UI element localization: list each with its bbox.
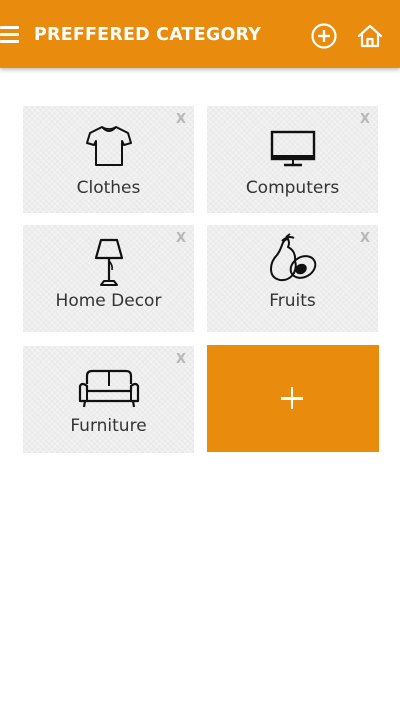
category-label-computers: Computers (245, 178, 340, 198)
category-label-clothes: Clothes (76, 178, 141, 198)
tshirt-icon (85, 124, 133, 172)
page-title: PREFFERED CATEGORY (34, 25, 262, 45)
avocado-icon (268, 233, 318, 289)
category-label-fruits: Fruits (269, 291, 316, 311)
remove-clothes-button[interactable]: X (176, 112, 186, 127)
remove-home-decor-button[interactable]: X (176, 231, 186, 246)
category-tile-clothes[interactable]: X Clothes (23, 106, 194, 213)
add-category-button[interactable] (207, 345, 379, 452)
remove-computers-button[interactable]: X (360, 112, 370, 127)
category-tile-home-decor[interactable]: X Home Decor (23, 225, 194, 332)
category-tile-furniture[interactable]: X Furniture (23, 346, 194, 453)
hamburger-menu-icon[interactable] (0, 26, 20, 46)
remove-furniture-button[interactable]: X (176, 352, 186, 367)
home-icon[interactable] (356, 22, 384, 50)
category-label-home-decor: Home Decor (55, 291, 162, 311)
lamp-icon (92, 237, 126, 293)
monitor-icon (270, 130, 316, 172)
category-tile-fruits[interactable]: X Fruits (207, 225, 378, 332)
sofa-icon (78, 368, 140, 414)
add-circle-icon[interactable] (310, 22, 338, 50)
app-bar: PREFFERED CATEGORY (0, 0, 400, 68)
remove-fruits-button[interactable]: X (360, 231, 370, 246)
category-tile-computers[interactable]: X Computers (207, 106, 378, 213)
category-label-furniture: Furniture (70, 416, 147, 436)
